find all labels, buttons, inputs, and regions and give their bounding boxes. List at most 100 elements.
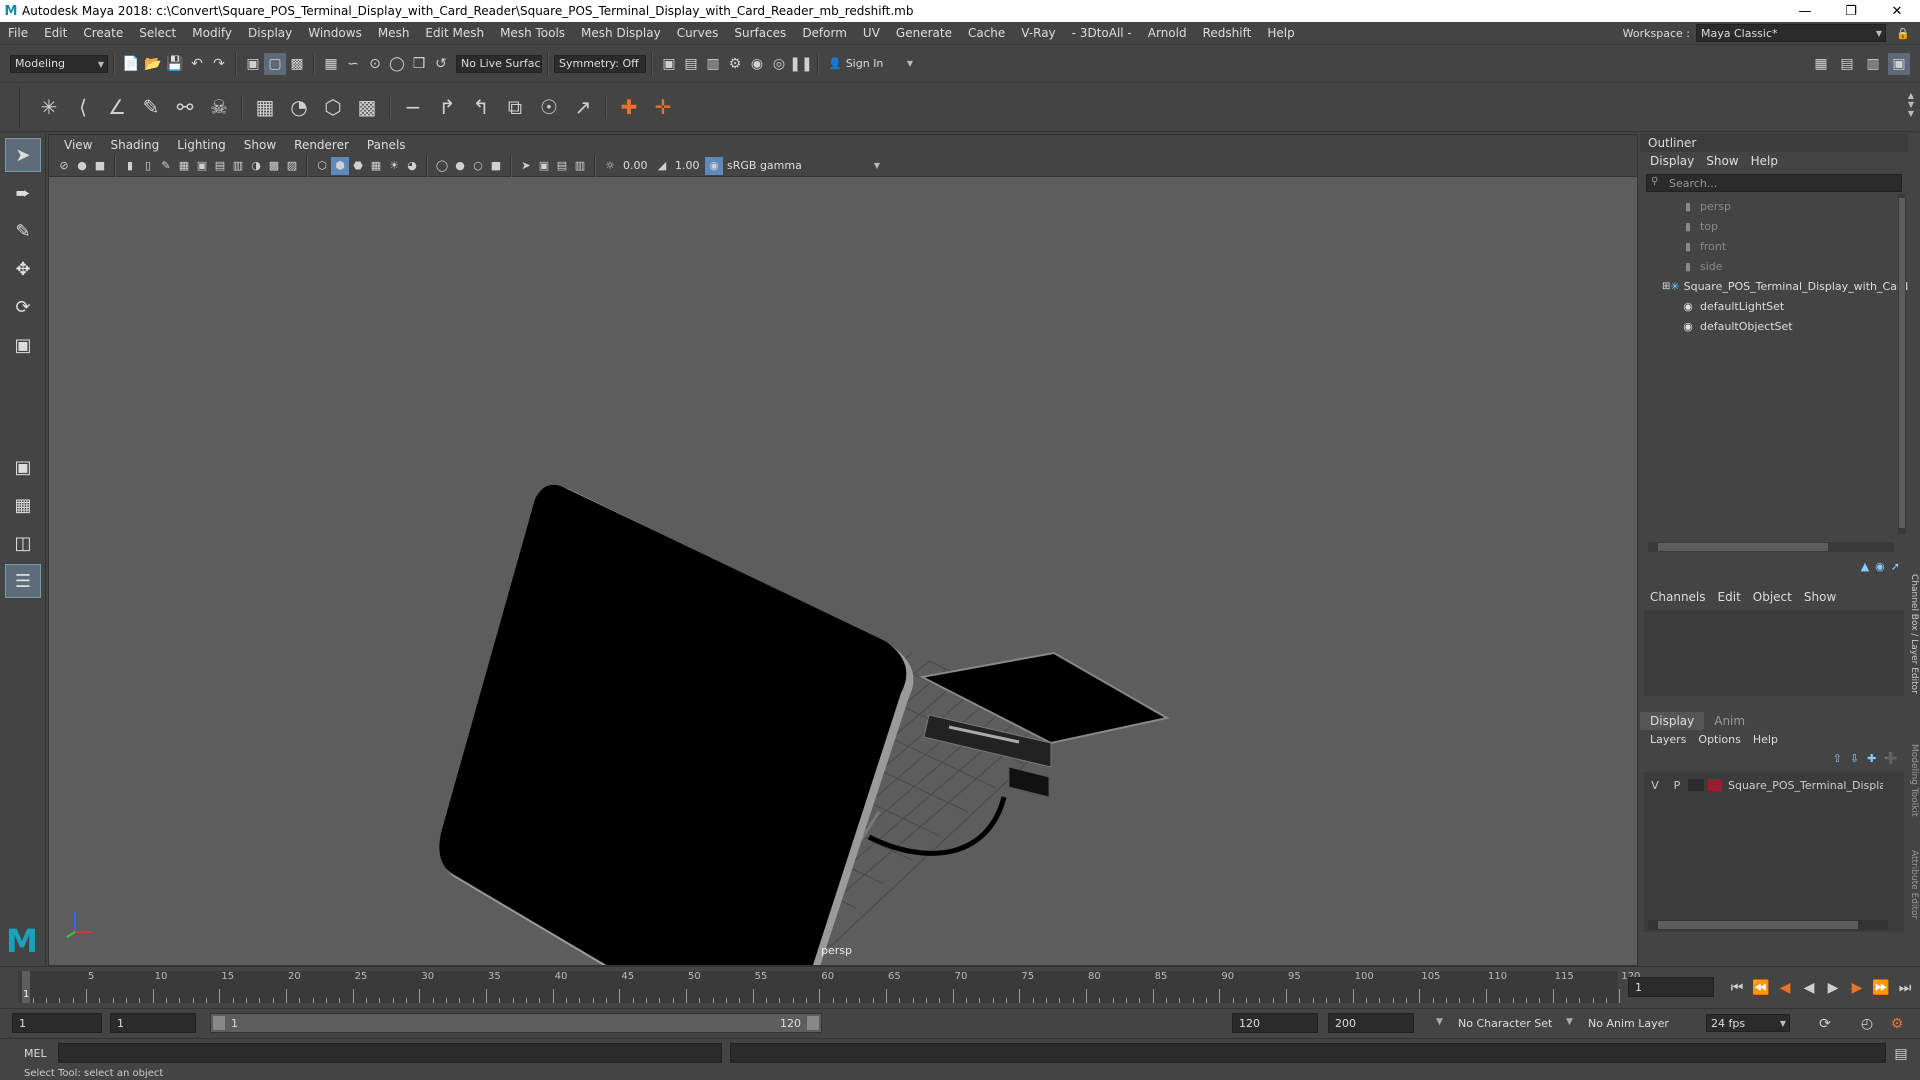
outliner-search-input[interactable]: ⚲ Search...	[1646, 174, 1902, 192]
attribute-editor-toggle-icon[interactable]: ▤	[1836, 53, 1858, 75]
save-scene-icon[interactable]: 💾	[164, 53, 186, 75]
bookmark-icon[interactable]: ■	[91, 157, 109, 175]
outliner-hscroll[interactable]	[1648, 542, 1894, 552]
side-tab-modeling-toolkit[interactable]: Modeling Toolkit	[1909, 744, 1919, 817]
orient-constraint-icon[interactable]: ↱	[430, 90, 464, 124]
scale-constraint-icon[interactable]: ⧉	[498, 90, 532, 124]
channel-menu-channels[interactable]: Channels	[1644, 590, 1712, 604]
layer-tab-display[interactable]: Display	[1640, 712, 1705, 730]
outliner-item-top[interactable]: ▮ top	[1680, 216, 1908, 236]
go-to-start-icon[interactable]: ⏮	[1726, 977, 1748, 999]
joint-tool-icon[interactable]: ✳	[32, 90, 66, 124]
shadows-icon[interactable]: ◕	[403, 157, 421, 175]
render-settings-icon[interactable]: ⚙	[724, 53, 746, 75]
panel-menu-panels[interactable]: Panels	[358, 138, 415, 152]
expand-icon[interactable]: ⊞	[1662, 281, 1670, 292]
menu-windows[interactable]: Windows	[300, 26, 370, 40]
close-button[interactable]: ✕	[1874, 0, 1920, 22]
outliner-item-defaultlightset[interactable]: ◉ defaultLightSet	[1680, 296, 1908, 316]
gate-mask-icon[interactable]: ▥	[229, 157, 247, 175]
grid-toggle-icon[interactable]: ▦	[175, 157, 193, 175]
channel-menu-show[interactable]: Show	[1798, 590, 1842, 604]
textured-icon[interactable]: ▦	[367, 157, 385, 175]
panel-menu-lighting[interactable]: Lighting	[168, 138, 235, 152]
xray-joints-icon[interactable]: ▤	[553, 157, 571, 175]
step-forward-key-icon[interactable]: ⏩	[1870, 977, 1892, 999]
single-layout-icon[interactable]: ▣	[5, 450, 41, 484]
two-view-layout-icon[interactable]: ◫	[5, 526, 41, 560]
select-object-icon[interactable]: ▢	[264, 52, 286, 75]
wireframe-icon[interactable]: ⬡	[313, 157, 331, 175]
layer-hscroll[interactable]	[1648, 920, 1888, 930]
panel-menu-renderer[interactable]: Renderer	[285, 138, 358, 152]
shelf-tab-handle[interactable]	[0, 87, 20, 127]
step-back-frame-icon[interactable]: ◀	[1774, 977, 1796, 999]
viewport-persp[interactable]: persp	[49, 177, 1637, 965]
live-surface-field[interactable]: No Live Surface	[456, 54, 542, 73]
paint-weights-icon[interactable]: ✎	[134, 90, 168, 124]
vray-render-icon[interactable]: ◎	[768, 53, 790, 75]
panel-menu-shading[interactable]: Shading	[101, 138, 168, 152]
ik-handle-icon[interactable]: ⟨	[66, 90, 100, 124]
menu-edit[interactable]: Edit	[36, 26, 75, 40]
character-set-label[interactable]: No Character Set	[1458, 1017, 1552, 1030]
quick-rig-icon[interactable]: ☠	[202, 90, 236, 124]
side-tab-channel-box[interactable]: Channel Box / Layer Editor	[1909, 574, 1919, 694]
smooth-bind-icon[interactable]: ◔	[282, 90, 316, 124]
play-backwards-icon[interactable]: ◀	[1798, 977, 1820, 999]
field-chart-icon[interactable]: ◑	[247, 157, 265, 175]
lock-icon[interactable]: 🔒	[1892, 22, 1914, 44]
safe-title-icon[interactable]: ▨	[283, 157, 301, 175]
move-layer-up-icon[interactable]: ⇧	[1833, 752, 1842, 765]
aim-constraint-icon[interactable]: ↰	[464, 90, 498, 124]
tool-settings-toggle-icon[interactable]: ▥	[1862, 53, 1884, 75]
auto-key-icon[interactable]: ◴	[1856, 1013, 1878, 1035]
outliner-item-persp[interactable]: ▮ persp	[1680, 196, 1908, 216]
grease-pencil-icon[interactable]: ✎	[157, 157, 175, 175]
rotate-tool-icon[interactable]: ⟳	[5, 290, 41, 324]
outliner-item-defaultobjectset[interactable]: ◉ defaultObjectSet	[1680, 316, 1908, 336]
menu-select[interactable]: Select	[131, 26, 184, 40]
channel-menu-edit[interactable]: Edit	[1712, 590, 1747, 604]
time-slider-track[interactable]: 1 5 10 15 20 25 30 35 40 45 50 55 60 65 70 75 80 85 90 95 1…	[18, 971, 1640, 1003]
layer-name[interactable]: Square_POS_Terminal_Display_with_Card_Re…	[1728, 779, 1883, 792]
wrap-icon[interactable]: ▩	[350, 90, 384, 124]
redo-icon[interactable]: ↷	[208, 53, 230, 75]
select-component-icon[interactable]: ▩	[286, 53, 308, 75]
menu-create[interactable]: Create	[75, 26, 131, 40]
symmetry-dropdown[interactable]: Symmetry: Off	[554, 54, 646, 73]
select-hierarchy-icon[interactable]: ▣	[242, 53, 264, 75]
geometry-constraint-icon[interactable]: ✛	[646, 90, 680, 124]
fps-dropdown[interactable]: 24 fps ▼	[1706, 1014, 1790, 1032]
bind-skin-icon[interactable]: ▦	[248, 90, 282, 124]
step-forward-frame-icon[interactable]: ▶	[1846, 977, 1868, 999]
2d-pan-icon[interactable]: ▯	[139, 157, 157, 175]
snap-view-icon[interactable]: ◯	[386, 53, 408, 75]
image-plane-icon[interactable]: ▮	[121, 157, 139, 175]
range-slider-end-handle[interactable]	[807, 1016, 819, 1030]
snap-curve-icon[interactable]: ∽	[342, 53, 364, 75]
ik-spline-icon[interactable]: ∠	[100, 90, 134, 124]
anim-layer-label[interactable]: No Anim Layer	[1588, 1017, 1669, 1030]
snap-grid-icon[interactable]: ▦	[320, 53, 342, 75]
end-time-field[interactable]: 200	[1328, 1013, 1414, 1033]
outliner-item-side[interactable]: ▮ side	[1680, 256, 1908, 276]
move-layer-down-icon[interactable]: ⇩	[1850, 752, 1859, 765]
layer-menu-layers[interactable]: Layers	[1644, 733, 1692, 746]
current-frame-field[interactable]: 1	[1628, 977, 1714, 997]
scale-tool-icon[interactable]: ▣	[5, 328, 41, 362]
humanik-icon[interactable]: ⚯	[168, 90, 202, 124]
lattice-icon[interactable]: ⬡	[316, 90, 350, 124]
camera-attr-icon[interactable]: ●	[73, 157, 91, 175]
outliner-vscroll[interactable]	[1898, 194, 1906, 534]
menu-generate[interactable]: Generate	[888, 26, 960, 40]
outliner-item-front[interactable]: ▮ front	[1680, 236, 1908, 256]
mel-input[interactable]	[58, 1043, 722, 1063]
range-slider-start-handle[interactable]	[213, 1016, 225, 1030]
film-gate-icon[interactable]: ▣	[193, 157, 211, 175]
layer-type-box[interactable]	[1688, 779, 1704, 791]
menu-redshift[interactable]: Redshift	[1195, 26, 1260, 40]
menu-cache[interactable]: Cache	[960, 26, 1013, 40]
new-layer-icon[interactable]: ✚	[1867, 752, 1876, 765]
use-all-lights-icon[interactable]: ☀	[385, 157, 403, 175]
